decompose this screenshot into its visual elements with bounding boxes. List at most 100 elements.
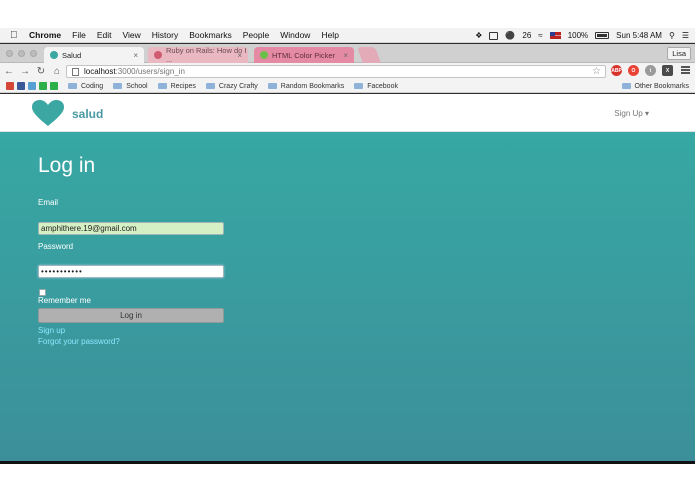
wifi-icon[interactable]: ≈ (538, 31, 542, 40)
tab-label: HTML Color Picker (272, 50, 336, 60)
folder-icon (354, 83, 364, 89)
menu-people[interactable]: People (243, 30, 269, 40)
bookmark-label: Crazy Crafty (218, 82, 258, 90)
folder-icon (157, 83, 167, 89)
menu-view[interactable]: View (122, 30, 140, 40)
bookmark-folder-coding[interactable]: Coding (68, 83, 103, 90)
url-host: localhost (84, 67, 116, 76)
bookmark-label: School (126, 82, 148, 90)
input-source-flag-icon[interactable] (549, 32, 561, 39)
folder-icon (621, 83, 631, 89)
window-controls (6, 50, 37, 57)
mac-menubar:  Chrome File Edit View History Bookmark… (0, 28, 695, 43)
page-title: Log in (38, 154, 96, 177)
folder-icon (68, 83, 77, 89)
remember-me-checkbox[interactable] (39, 289, 46, 296)
password-field[interactable]: ••••••••••• (38, 265, 224, 278)
new-tab-button[interactable] (357, 47, 381, 63)
bookmark-folder-school[interactable]: School (113, 82, 148, 90)
bookmark-folder-recipes[interactable]: Recipes (157, 82, 196, 90)
bookmark-label: Coding (81, 82, 104, 90)
bookmark-star-icon[interactable]: ☆ (592, 66, 601, 77)
tab-ruby-on-rails[interactable]: Ruby on Rails: How do I ... × (148, 46, 248, 64)
bookmark-label: Other Bookmarks (634, 82, 689, 90)
reload-icon[interactable]: ↻ (34, 66, 48, 77)
log-in-button[interactable]: Log in (38, 308, 224, 323)
sign-up-link[interactable]: Sign up (38, 326, 65, 335)
profile-button[interactable]: Lisa (667, 47, 691, 60)
login-panel: Log in Email amphithere.19@gmail.com Pas… (0, 132, 695, 461)
notification-count[interactable]: 26 (522, 31, 531, 40)
page-info-icon[interactable] (72, 67, 79, 76)
tab-strip: Salud × Ruby on Rails: How do I ... × HT… (0, 44, 695, 64)
color-picker-favicon-icon (260, 51, 268, 59)
menu-help[interactable]: Help (321, 30, 338, 40)
email-field[interactable]: amphithere.19@gmail.com (38, 222, 224, 235)
x-extension-icon[interactable]: X (662, 65, 673, 76)
close-tab-icon[interactable]: × (343, 51, 348, 60)
gmail-bookmark-icon[interactable] (6, 82, 14, 90)
minimize-window-button[interactable] (18, 50, 25, 57)
folder-icon (113, 83, 123, 89)
tab-html-color-picker[interactable]: HTML Color Picker × (254, 47, 354, 63)
menu-file[interactable]: File (72, 30, 86, 40)
stackoverflow-favicon-icon (154, 51, 162, 59)
other-bookmarks-folder[interactable]: Other Bookmarks (621, 82, 689, 90)
tab-label: Ruby on Rails: How do I ... (166, 46, 247, 64)
close-tab-icon[interactable]: × (237, 51, 242, 60)
close-tab-icon[interactable]: × (133, 51, 138, 60)
bookmark-folder-facebook[interactable]: Facebook (354, 83, 398, 90)
facebook-bookmark-icon[interactable] (17, 82, 25, 90)
notification-center-icon[interactable]: ☰ (682, 31, 689, 40)
bookmarks-bar: Coding School Recipes Crazy Crafty Rando… (0, 80, 695, 93)
adblock-plus-icon[interactable]: ABP (611, 65, 622, 76)
heart-favicon-icon (50, 51, 58, 59)
heart-logo-icon[interactable] (31, 99, 65, 127)
opera-extension-icon[interactable]: O (628, 65, 639, 76)
menu-edit[interactable]: Edit (97, 30, 112, 40)
menu-history[interactable]: History (152, 30, 178, 40)
bookmark-folder-crazy-crafty[interactable]: Crazy Crafty (205, 82, 258, 90)
evernote-icon[interactable]: ⚫ (505, 31, 515, 40)
home-icon[interactable]: ⌂ (50, 66, 64, 77)
menubar-clock[interactable]: Sun 5:48 AM (616, 31, 662, 40)
status-area: ❖ ⚫ 26 ≈ 100% Sun 5:48 AM ⚲ ☰ (475, 28, 689, 43)
password-label: Password (38, 242, 74, 251)
pocket-bookmark-icon[interactable] (28, 82, 36, 90)
puzzle-bookmark-icon[interactable] (39, 82, 47, 90)
url-path: :3000/users/sign_in (115, 67, 185, 76)
apple-menu-icon[interactable]:  (10, 30, 20, 41)
info-extension-icon[interactable]: i (645, 65, 656, 76)
bookmark-label: Facebook (367, 82, 398, 90)
folder-icon (267, 83, 277, 89)
battery-percent: 100% (567, 31, 589, 40)
forgot-password-link[interactable]: Forgot your password? (38, 337, 120, 346)
battery-icon[interactable] (595, 32, 610, 39)
brand-name[interactable]: salud (72, 107, 103, 121)
menu-bookmarks[interactable]: Bookmarks (189, 30, 232, 40)
window-bottom-edge (0, 461, 695, 464)
email-label: Email (38, 198, 59, 207)
back-icon[interactable]: ← (2, 66, 16, 77)
menu-window[interactable]: Window (280, 30, 310, 40)
chrome-menu-icon[interactable] (681, 66, 690, 74)
spotlight-search-icon[interactable]: ⚲ (669, 31, 675, 40)
dropbox-icon[interactable]: ❖ (475, 31, 482, 40)
bookmark-folder-random-bookmarks[interactable]: Random Bookmarks (267, 82, 345, 90)
sign-up-dropdown[interactable]: Sign Up ▾ (614, 109, 649, 118)
puzzle-bookmark-icon[interactable] (50, 82, 58, 90)
zoom-window-button[interactable] (30, 50, 37, 57)
menu-chrome[interactable]: Chrome (29, 30, 61, 40)
folder-icon (205, 83, 215, 89)
browser-toolbar: ← → ↻ ⌂ localhost:3000/users/sign_in ☆ (0, 63, 695, 80)
bookmark-label: Random Bookmarks (280, 82, 345, 90)
bookmark-label: Recipes (170, 82, 196, 90)
window-icon[interactable] (489, 31, 499, 40)
forward-icon[interactable]: → (18, 66, 32, 77)
tab-salud[interactable]: Salud × (44, 47, 144, 63)
remember-me-label: Remember me (38, 296, 91, 305)
site-header: salud Sign Up ▾ (0, 94, 695, 132)
close-window-button[interactable] (6, 50, 13, 57)
tab-label: Salud (62, 50, 82, 60)
address-bar[interactable]: localhost:3000/users/sign_in ☆ (66, 65, 606, 78)
